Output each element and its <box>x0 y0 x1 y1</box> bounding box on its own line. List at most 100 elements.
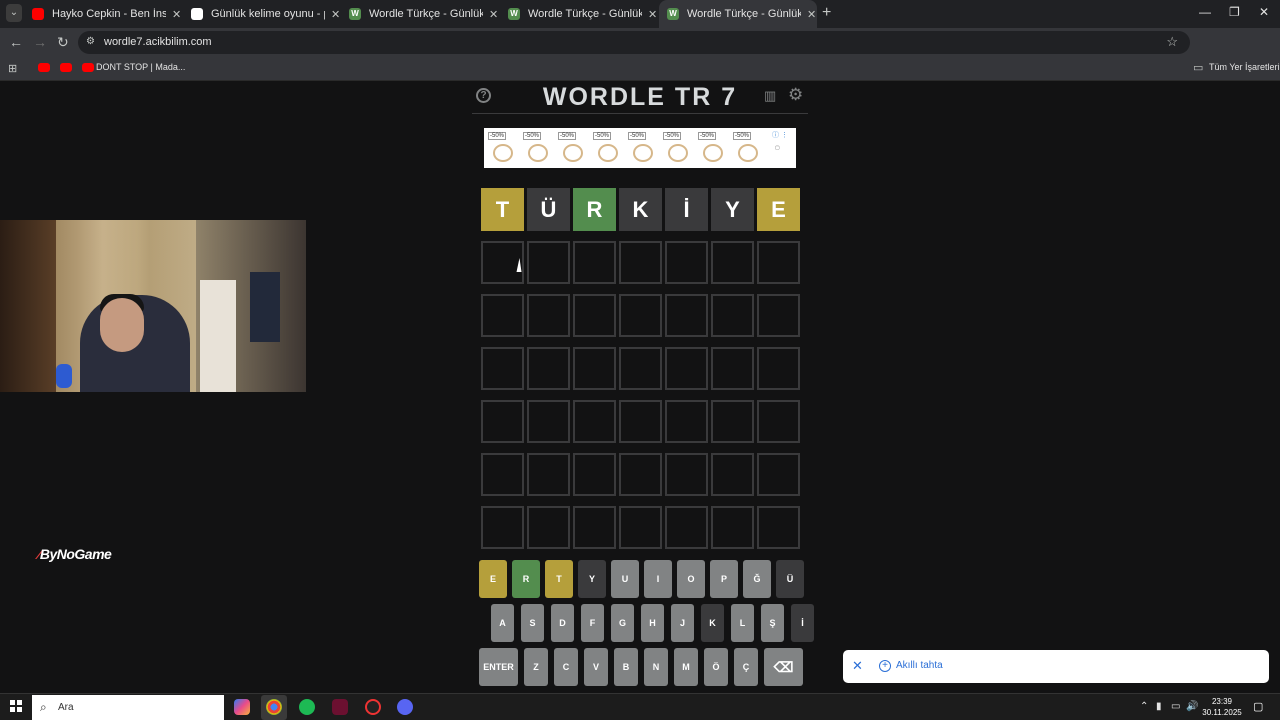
notification-center-icon[interactable]: ▢ <box>1253 700 1263 713</box>
advertisement-banner[interactable]: -50% -50% -50% -50% -50% -50% -50% -50% ▢ ⓘ ⋮ <box>484 128 796 168</box>
keyboard-key[interactable]: I <box>644 560 672 598</box>
ad-product[interactable]: -50% <box>662 130 693 166</box>
url-text[interactable]: wordle7.acikbilim.com <box>104 36 212 48</box>
chrome-icon[interactable] <box>266 699 282 715</box>
close-icon[interactable]: ✕ <box>852 658 863 674</box>
ad-product[interactable]: -50% <box>732 130 763 166</box>
backspace-key[interactable]: ⌫ <box>764 648 803 686</box>
keyboard-key[interactable]: U <box>611 560 639 598</box>
copilot-icon[interactable] <box>234 699 250 715</box>
keyboard-key[interactable]: F <box>581 604 604 642</box>
keyboard-key[interactable]: C <box>554 648 578 686</box>
reload-button[interactable]: ↻ <box>57 34 69 51</box>
taskbar-search-input[interactable]: ⌕ Ara <box>32 695 224 720</box>
keyboard-key[interactable]: R <box>512 560 540 598</box>
youtube-bookmark-icon[interactable] <box>82 63 94 72</box>
restore-button[interactable]: ❐ <box>1229 5 1240 19</box>
help-icon[interactable]: ? <box>476 88 491 103</box>
wordle-icon: W <box>667 8 679 20</box>
tab-close-icon[interactable]: ✕ <box>648 8 657 21</box>
board-tile <box>573 453 616 496</box>
keyboard-key[interactable]: H <box>641 604 664 642</box>
keyboard-key[interactable]: Z <box>524 648 548 686</box>
ad-product[interactable]: -50% <box>487 130 518 166</box>
keyboard-key[interactable]: K <box>701 604 724 642</box>
folder-icon[interactable]: ▭ <box>1193 61 1203 74</box>
board-tile <box>573 400 616 443</box>
keyboard-key[interactable]: J <box>671 604 694 642</box>
keyboard-key[interactable]: G <box>611 604 634 642</box>
ad-product[interactable]: -50% <box>592 130 623 166</box>
board-tile <box>711 294 754 337</box>
keyboard-key[interactable]: Ü <box>776 560 804 598</box>
keyboard-key[interactable]: L <box>731 604 754 642</box>
keyboard-key[interactable]: İ <box>791 604 814 642</box>
browser-tab[interactable]: W Wordle Türkçe - Günlük Kelime ✕ <box>341 0 499 28</box>
show-hidden-icons[interactable]: ⌃ <box>1140 701 1148 712</box>
keyboard-key[interactable]: Ş <box>761 604 784 642</box>
tab-search-button[interactable]: ⌄ <box>6 4 22 22</box>
minimize-button[interactable]: — <box>1199 5 1211 19</box>
browser-tab[interactable]: W Wordle Türkçe - Günlük Kelime ✕ <box>659 0 817 28</box>
keyboard-key[interactable]: P <box>710 560 738 598</box>
ad-product[interactable]: -50% <box>627 130 658 166</box>
tab-close-icon[interactable]: ✕ <box>331 8 340 21</box>
statistics-icon[interactable]: ▥ <box>764 88 776 104</box>
apps-grid-icon[interactable]: ⊞ <box>8 62 17 75</box>
keyboard-key[interactable]: Y <box>578 560 606 598</box>
board-tile <box>481 453 524 496</box>
tab-close-icon[interactable]: ✕ <box>489 8 498 21</box>
keyboard-key[interactable]: Ö <box>704 648 728 686</box>
board-tile <box>619 294 662 337</box>
keyboard-key[interactable]: N <box>644 648 668 686</box>
bookmark-star-icon[interactable]: ☆ <box>1166 34 1178 50</box>
browser-tab[interactable]: Hayko Cepkin - Ben İnsan Değil ✕ <box>24 0 182 28</box>
obs-icon[interactable] <box>365 699 381 715</box>
keyboard-key[interactable]: E <box>479 560 507 598</box>
keyboard-key[interactable]: Ğ <box>743 560 771 598</box>
close-window-button[interactable]: ✕ <box>1259 5 1269 19</box>
board-tile <box>481 400 524 443</box>
all-bookmarks-link[interactable]: Tüm Yer İşaretleri <box>1209 62 1280 72</box>
ad-product[interactable]: -50% <box>557 130 588 166</box>
back-button[interactable]: ← <box>9 34 23 50</box>
forward-button[interactable]: → <box>33 34 47 50</box>
keyboard-key[interactable]: Ç <box>734 648 758 686</box>
keyboard-key[interactable]: S <box>521 604 544 642</box>
keyboard-key[interactable]: M <box>674 648 698 686</box>
tab-close-icon[interactable]: ✕ <box>172 8 181 21</box>
browser-tab[interactable]: Günlük kelime oyunu - parolla ✕ <box>183 0 341 28</box>
keyboard-key[interactable]: A <box>491 604 514 642</box>
ad-product[interactable]: -50% <box>522 130 553 166</box>
keyboard-key[interactable]: V <box>584 648 608 686</box>
tab-close-icon[interactable]: ✕ <box>807 8 816 21</box>
volume-icon[interactable]: 🔊 <box>1186 701 1198 712</box>
network-icon[interactable]: ▭ <box>1171 701 1180 712</box>
keyboard-key[interactable]: D <box>551 604 574 642</box>
settings-gear-icon[interactable]: ⚙ <box>788 85 803 105</box>
keyboard-key[interactable]: O <box>677 560 705 598</box>
ad-logo[interactable]: ▢ <box>775 145 780 151</box>
ad-product[interactable]: -50% <box>697 130 728 166</box>
clock[interactable]: 23:39 30.11.2025 <box>1200 696 1244 718</box>
enter-key[interactable]: ENTER <box>479 648 518 686</box>
spotify-icon[interactable] <box>299 699 315 715</box>
bookmark-item[interactable]: DONT STOP | Mada... <box>96 62 185 72</box>
browser-tab[interactable]: W Wordle Türkçe - Günlük Kelime ✕ <box>500 0 658 28</box>
keyboard-key[interactable]: T <box>545 560 573 598</box>
windows-start-icon[interactable] <box>10 700 22 712</box>
discord-icon[interactable] <box>397 699 413 715</box>
discount-badge: -50% <box>733 132 752 140</box>
address-bar[interactable]: ⚙ wordle7.acikbilim.com ☆ <box>78 31 1190 54</box>
site-info-icon[interactable]: ⚙ <box>86 36 95 47</box>
notification-bar[interactable]: ✕ + Akıllı tahta <box>843 650 1269 683</box>
keyboard-key[interactable]: B <box>614 648 638 686</box>
youtube-bookmark-icon[interactable] <box>38 63 50 72</box>
new-tab-button[interactable]: + <box>822 4 831 22</box>
app-icon[interactable] <box>332 699 348 715</box>
youtube-bookmark-icon[interactable] <box>60 63 72 72</box>
notification-text[interactable]: Akıllı tahta <box>896 660 943 671</box>
ad-info-icon[interactable]: ⓘ ⋮ <box>772 130 788 140</box>
microphone-icon[interactable]: ▮ <box>1156 701 1162 712</box>
discount-badge: -50% <box>558 132 577 140</box>
